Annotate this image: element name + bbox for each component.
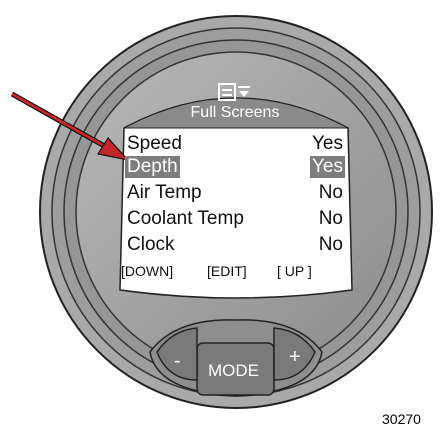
minus-button-label: -	[174, 350, 181, 372]
row-value: Yes	[310, 156, 345, 178]
row-value: No	[318, 234, 343, 255]
row-value: No	[318, 208, 343, 229]
row-label: Clock	[127, 234, 175, 255]
menu-row-air-temp[interactable]: Air Temp No	[121, 182, 347, 206]
row-label: Depth	[125, 156, 180, 178]
row-label: Speed	[127, 133, 182, 154]
menu-row-coolant-temp[interactable]: Coolant Temp No	[121, 208, 347, 232]
row-value: No	[318, 182, 343, 203]
mode-button-label: MODE	[208, 361, 259, 380]
softkey-down[interactable]: [DOWN]	[121, 263, 173, 279]
figure-number: 30270	[382, 411, 421, 427]
menu-row-depth[interactable]: Depth Yes	[121, 156, 347, 180]
row-value: Yes	[312, 133, 343, 154]
row-label: Air Temp	[127, 182, 202, 203]
softkey-up[interactable]: [ UP ]	[277, 263, 312, 279]
row-label: Coolant Temp	[127, 208, 244, 229]
plus-button-label: +	[289, 346, 301, 368]
menu-row-clock[interactable]: Clock No	[121, 234, 347, 258]
menu-row-speed[interactable]: Speed Yes	[121, 133, 347, 157]
display-menu: Speed Yes Depth Yes Air Temp No Coolant …	[121, 131, 347, 289]
screen-title: Full Screens	[190, 104, 280, 121]
softkey-edit[interactable]: [EDIT]	[207, 263, 247, 279]
